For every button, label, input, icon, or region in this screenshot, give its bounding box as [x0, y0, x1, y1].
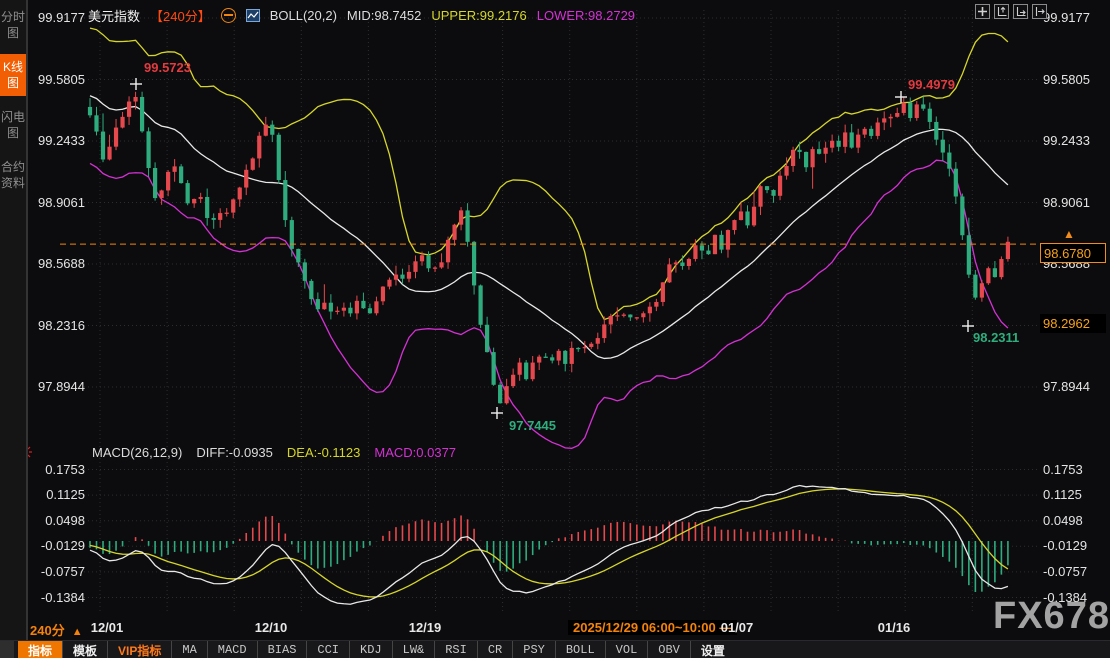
price-axis-label-right: 99.5805	[1043, 72, 1090, 87]
chart-tool-icons	[975, 4, 1047, 19]
price-axis-label-right: 97.8944	[1043, 379, 1090, 394]
macd-dea-value: DEA:-0.1123	[287, 445, 360, 460]
toolbar-item-设置[interactable]: 设置	[690, 641, 735, 658]
sidebar-tab-合约资料[interactable]: 合约资料	[0, 154, 26, 196]
sidebar: 分时图 K线图闪电图合约资料	[0, 0, 28, 640]
last-price-tag: 98.6780	[1040, 243, 1106, 263]
pan-tool-icon[interactable]	[975, 4, 990, 19]
price-annotation: 97.7445	[509, 418, 556, 433]
price-axis-label-right: 99.9177	[1043, 10, 1090, 25]
macd-axis-label-right: -0.0757	[1043, 564, 1087, 579]
boll-upper-value: UPPER:99.2176	[431, 8, 526, 23]
period-label: 【240分】	[150, 6, 211, 25]
toolbar-item-PSY[interactable]: PSY	[512, 641, 555, 658]
corner-box[interactable]	[0, 641, 14, 658]
toolbar-item-CCI[interactable]: CCI	[306, 641, 349, 658]
toolbar-item-BIAS[interactable]: BIAS	[257, 641, 307, 658]
toolbar-item-BOLL[interactable]: BOLL	[555, 641, 605, 658]
sidebar-tab-分时图[interactable]: 分时图	[0, 4, 26, 46]
toolbar-item-MA[interactable]: MA	[171, 641, 206, 658]
date-label: 12/10	[255, 620, 288, 635]
date-label: 12/19	[409, 620, 442, 635]
macd-layer	[90, 486, 1008, 605]
boll-params: BOLL(20,2)	[270, 8, 337, 23]
toolbar-item-VIP指标[interactable]: VIP指标	[107, 641, 171, 658]
toolbar-item-指标[interactable]: 指标	[18, 641, 62, 658]
symbol-title: 美元指数	[88, 6, 140, 25]
macd-axis-label-left: -0.0757	[30, 564, 85, 579]
price-axis-label-left: 99.5805	[30, 72, 85, 87]
macd-axis-label-left: 0.1753	[30, 462, 85, 477]
zoom-vertical-icon[interactable]	[994, 4, 1009, 19]
price-axis-label-left: 99.2433	[30, 133, 85, 148]
toolbar-item-VOL[interactable]: VOL	[605, 641, 648, 658]
date-axis: 240分 ▲ 12/01 12/10 12/19 2025/12/29 06:00~10…	[0, 618, 1110, 640]
toolbar-item-CR[interactable]: CR	[477, 641, 512, 658]
macd-params: MACD(26,12,9)	[92, 445, 182, 460]
toolbar-item-KDJ[interactable]: KDJ	[349, 641, 392, 658]
extreme-markers	[130, 78, 974, 419]
shift-right-icon[interactable]	[1032, 4, 1047, 19]
macd-axis-label-left: -0.0129	[30, 538, 85, 553]
price-annotation: 99.5723	[144, 60, 191, 75]
chart-canvas[interactable]	[0, 0, 1110, 618]
indicator-toolbar: 指标模板VIP指标MAMACDBIASCCIKDJLW&RSICRPSYBOLL…	[0, 640, 1110, 658]
period-selector-label: 240分	[30, 623, 65, 638]
price-up-arrow-icon: ▲	[1063, 228, 1075, 240]
macd-macd-value: MACD:0.0377	[374, 445, 456, 460]
price-axis-label-left: 98.5688	[30, 256, 85, 271]
macd-axis-label-right: 0.0498	[1043, 513, 1083, 528]
date-label: 12/01	[91, 620, 124, 635]
toolbar-item-RSI[interactable]: RSI	[434, 641, 477, 658]
mini-chart-icon[interactable]	[246, 9, 260, 22]
macd-header: MACD(26,12,9) DIFF:-0.0935 DEA:-0.1123 M…	[92, 445, 456, 460]
date-label: 01/07	[721, 620, 754, 635]
price-axis-label-left: 97.8944	[30, 379, 85, 394]
period-up-arrow-icon: ▲	[72, 626, 83, 638]
price-axis-label-right: 99.2433	[1043, 133, 1090, 148]
macd-axis-label-right: 0.1125	[1043, 487, 1082, 502]
macd-axis-label-left: 0.1125	[30, 487, 85, 502]
period-selector[interactable]: 240分 ▲	[30, 620, 83, 639]
candles-layer	[88, 92, 1010, 405]
toolbar-item-MACD[interactable]: MACD	[207, 641, 257, 658]
macd-axis-label-right: 0.1753	[1043, 462, 1083, 477]
price-annotation: 98.2311	[973, 330, 1019, 345]
sidebar-tab-闪电图[interactable]: 闪电图	[0, 104, 26, 146]
toolbar-item-LW&[interactable]: LW&	[392, 641, 435, 658]
price-axis-label-right: 98.9061	[1043, 195, 1090, 210]
sidebar-tab-K线图[interactable]: K线图	[0, 54, 26, 96]
toolbar-item-OBV[interactable]: OBV	[647, 641, 690, 658]
price-axis-label-left: 98.2316	[30, 318, 85, 333]
date-label-highlight: 2025/12/29 06:00~10:00 —	[568, 620, 737, 635]
date-label: 01/16	[878, 620, 911, 635]
band-low-price-tag: 98.2962	[1040, 314, 1106, 333]
watermark: FX678	[993, 595, 1110, 638]
price-annotation: 99.4979	[908, 77, 955, 92]
toolbar-item-模板[interactable]: 模板	[62, 641, 107, 658]
collapse-circle-icon[interactable]	[221, 8, 236, 23]
price-axis-label-left: 98.9061	[30, 195, 85, 210]
macd-axis-label-left: 0.0498	[30, 513, 85, 528]
price-axis-label-left: 99.9177	[30, 10, 85, 25]
grid-layer	[60, 10, 1038, 612]
trading-app: 美元指数 【240分】 BOLL(20,2) MID:98.7452 UPPER…	[0, 0, 1110, 658]
boll-mid-value: MID:98.7452	[347, 8, 421, 23]
boll-lower-value: LOWER:98.2729	[537, 8, 635, 23]
macd-diff-value: DIFF:-0.0935	[196, 445, 273, 460]
macd-axis-label-left: -0.1384	[30, 590, 85, 605]
zoom-horizontal-icon[interactable]	[1013, 4, 1028, 19]
bollinger-layer	[90, 28, 1008, 448]
macd-axis-label-right: -0.0129	[1043, 538, 1087, 553]
chart-header: 美元指数 【240分】 BOLL(20,2) MID:98.7452 UPPER…	[88, 6, 635, 24]
